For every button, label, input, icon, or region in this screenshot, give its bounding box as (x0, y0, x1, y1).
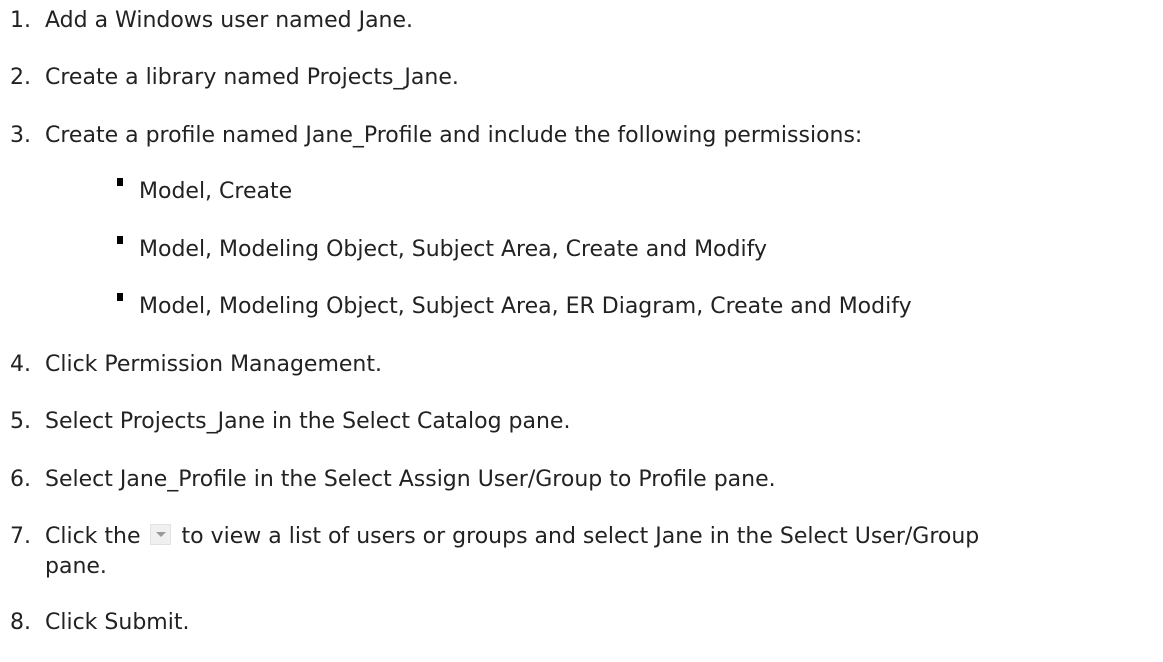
instruction-document: 1. Add a Windows user named Jane. 2. Creat… (0, 0, 1163, 662)
step-5: 5. Select Projects_Jane in the Select Cat… (10, 407, 570, 437)
square-bullet-icon (117, 236, 123, 244)
step-text-before: Click the (45, 524, 141, 549)
permission-text: Model, Modeling Object, Subject Area, Cr… (139, 237, 767, 262)
step-number: 5. (10, 409, 31, 434)
step-text: Create a profile named Jane_Profile and … (45, 123, 863, 148)
square-bullet-icon (117, 293, 123, 301)
square-bullet-icon (117, 178, 123, 186)
step-number: 8. (10, 610, 31, 635)
step-text: Select Projects_Jane in the Select Catal… (45, 409, 571, 434)
step-number: 3. (10, 123, 31, 148)
step-6: 6. Select Jane_Profile in the Select Assi… (10, 465, 776, 495)
step-7-continuation: pane. (45, 554, 107, 579)
step-1: 1. Add a Windows user named Jane. (10, 6, 413, 36)
step-number: 2. (10, 65, 31, 90)
step-number: 4. (10, 352, 31, 377)
step-8: 8. Click Submit. (10, 608, 189, 638)
dropdown-arrow-icon (149, 524, 171, 545)
step-text: Select Jane_Profile in the Select Assign… (45, 467, 776, 492)
step-number: 7. (10, 524, 31, 549)
step-text: Click Permission Management. (45, 352, 382, 377)
step-3: 3. Create a profile named Jane_Profile an… (10, 121, 862, 151)
step-text: Click Submit. (45, 610, 190, 635)
step-number: 1. (10, 8, 31, 33)
step-text: Add a Windows user named Jane. (45, 8, 414, 33)
step-text: Create a library named Projects_Jane. (45, 65, 459, 90)
permission-text: Model, Create (139, 179, 293, 204)
step-text-after: to view a list of users or groups and se… (181, 524, 980, 549)
step-4: 4. Click Permission Management. (10, 350, 382, 380)
step-2: 2. Create a library named Projects_Jane. (10, 63, 459, 93)
step-number: 6. (10, 467, 31, 492)
step-7: 7. Click the to view a list of users or g… (10, 522, 979, 552)
permission-text: Model, Modeling Object, Subject Area, ER… (139, 294, 912, 319)
